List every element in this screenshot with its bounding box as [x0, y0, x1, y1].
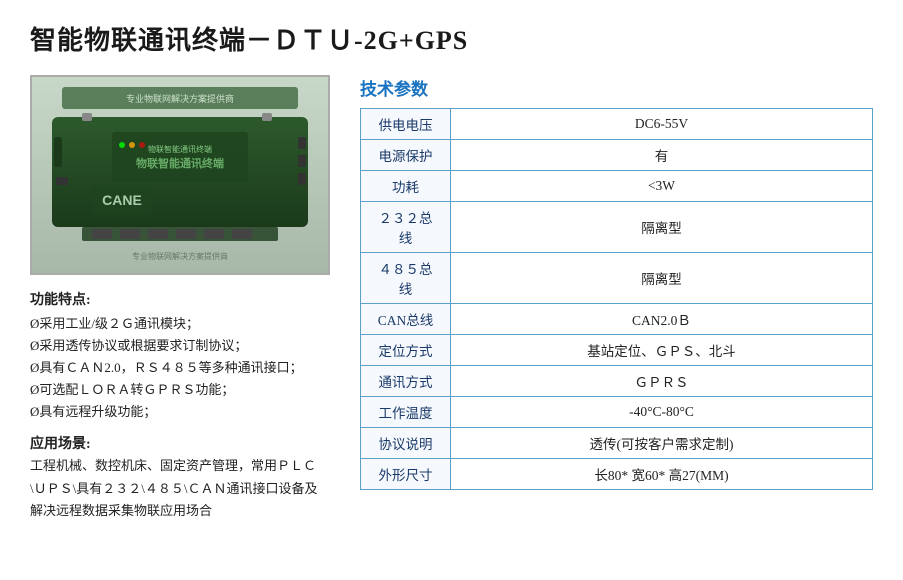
tech-param-row: 定位方式基站定位、ＧＰＳ、北斗: [361, 335, 873, 366]
tech-param-value: 有: [451, 140, 873, 171]
tech-param-label: 定位方式: [361, 335, 451, 366]
tech-param-value: 透传(可按客户需求定制): [451, 428, 873, 459]
features-list: Ø采用工业/级２Ｇ通讯模块；Ø采用透传协议或根据要求订制协议；Ø具有ＣＡＮ2.0…: [30, 313, 330, 423]
svg-text:专业物联网解决方案提供商: 专业物联网解决方案提供商: [132, 251, 228, 261]
feature-item: Ø可选配ＬＯＲＡ转ＧＰＲＳ功能；: [30, 379, 330, 401]
tech-param-value: -40°C-80°C: [451, 397, 873, 428]
tech-param-value: 基站定位、ＧＰＳ、北斗: [451, 335, 873, 366]
feature-item: Ø采用工业/级２Ｇ通讯模块；: [30, 313, 330, 335]
main-layout: 专业物联网解决方案提供商 物联智能通讯终端 物联智能通讯终端: [30, 75, 873, 522]
tech-param-value: 隔离型: [451, 202, 873, 253]
left-column: 专业物联网解决方案提供商 物联智能通讯终端 物联智能通讯终端: [30, 75, 330, 522]
tech-params-title: 技术参数: [360, 75, 873, 100]
feature-item: Ø具有ＣＡＮ2.0，ＲＳ４８５等多种通讯接口；: [30, 357, 330, 379]
tech-param-value: 长80* 宽60* 高27(MM): [451, 459, 873, 490]
tech-param-row: ４８５总线隔离型: [361, 253, 873, 304]
svg-text:CANE: CANE: [102, 192, 142, 208]
tech-param-label: CAN总线: [361, 304, 451, 335]
tech-param-row: CAN总线CAN2.0Ｂ: [361, 304, 873, 335]
tech-param-row: 供电电压DC6-55V: [361, 109, 873, 140]
tech-params-table: 供电电压DC6-55V电源保护有功耗<3W２３２总线隔离型４８５总线隔离型CAN…: [360, 108, 873, 490]
svg-text:物联智能通讯终端: 物联智能通讯终端: [136, 156, 224, 170]
tech-param-row: 工作温度-40°C-80°C: [361, 397, 873, 428]
tech-param-value: ＧＰＲＳ: [451, 366, 873, 397]
tech-param-value: <3W: [451, 171, 873, 202]
applications-text: 工程机械、数控机床、固定资产管理，常用ＰＬＣ\ＵＰＳ\具有２３２\４８５\ＣＡＮ…: [30, 455, 330, 521]
tech-param-value: DC6-55V: [451, 109, 873, 140]
page-title: 智能物联通讯终端－ＤＴＵ-2G+GPS: [30, 20, 873, 57]
tech-param-label: 外形尺寸: [361, 459, 451, 490]
right-column: 技术参数 供电电压DC6-55V电源保护有功耗<3W２３２总线隔离型４８５总线隔…: [360, 75, 873, 490]
tech-param-row: 功耗<3W: [361, 171, 873, 202]
tech-param-row: ２３２总线隔离型: [361, 202, 873, 253]
tech-param-label: 协议说明: [361, 428, 451, 459]
tech-param-row: 外形尺寸长80* 宽60* 高27(MM): [361, 459, 873, 490]
tech-param-label: 工作温度: [361, 397, 451, 428]
tech-param-label: ４８５总线: [361, 253, 451, 304]
tech-param-label: 功耗: [361, 171, 451, 202]
tech-param-label: 供电电压: [361, 109, 451, 140]
device-svg: 专业物联网解决方案提供商 物联智能通讯终端 物联智能通讯终端: [32, 77, 328, 273]
svg-text:物联智能通讯终端: 物联智能通讯终端: [148, 144, 212, 154]
features-section: 功能特点: Ø采用工业/级２Ｇ通讯模块；Ø采用透传协议或根据要求订制协议；Ø具有…: [30, 289, 330, 522]
tech-param-label: 通讯方式: [361, 366, 451, 397]
svg-text:专业物联网解决方案提供商: 专业物联网解决方案提供商: [126, 93, 234, 104]
tech-param-row: 协议说明透传(可按客户需求定制): [361, 428, 873, 459]
tech-param-value: CAN2.0Ｂ: [451, 304, 873, 335]
tech-param-label: ２３２总线: [361, 202, 451, 253]
tech-param-value: 隔离型: [451, 253, 873, 304]
features-title: 功能特点:: [30, 289, 330, 309]
applications-title: 应用场景:: [30, 433, 330, 453]
tech-param-label: 电源保护: [361, 140, 451, 171]
device-image: 专业物联网解决方案提供商 物联智能通讯终端 物联智能通讯终端: [30, 75, 330, 275]
tech-param-row: 电源保护有: [361, 140, 873, 171]
feature-item: Ø具有远程升级功能；: [30, 401, 330, 423]
feature-item: Ø采用透传协议或根据要求订制协议；: [30, 335, 330, 357]
tech-param-row: 通讯方式ＧＰＲＳ: [361, 366, 873, 397]
